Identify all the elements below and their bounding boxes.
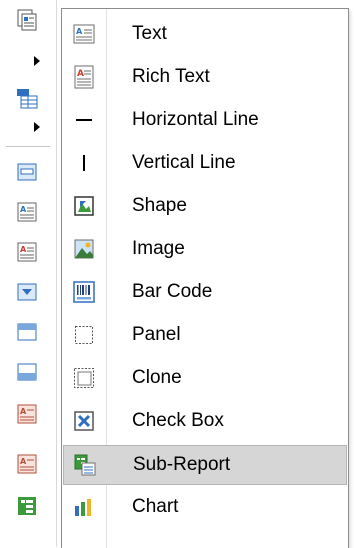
menu-item-label: Horizontal Line [132,109,259,130]
menu-item-label: Text [132,23,167,44]
check-box-icon [72,409,96,433]
chart-icon [72,495,96,519]
menu-item-label: Panel [132,324,181,345]
insert-component-menu: A Text A Rich Text Horizontal Line Verti… [61,8,349,548]
table-tool-icon[interactable] [15,494,39,518]
menu-top-gap [61,0,349,8]
toolbox-divider [56,0,57,547]
svg-text:A: A [20,205,27,214]
group-header-band-icon[interactable] [15,280,39,304]
menu-item-vertical-line[interactable]: Vertical Line [62,142,348,184]
menu-item-label: Image [132,238,185,259]
clone-icon [72,366,96,390]
image-icon [72,237,96,261]
report-title-band-icon[interactable] [15,8,39,32]
data-band-icon[interactable] [15,320,39,344]
menu-item-label: Shape [132,195,187,216]
menu-item-label: Bar Code [132,281,213,302]
footer-band-icon[interactable] [15,360,39,384]
table-band-icon[interactable] [15,86,39,110]
menu-item-label: Rich Text [132,66,210,87]
menu-item-clone[interactable]: Clone [62,357,348,399]
menu-item-image[interactable]: Image [62,228,348,270]
menu-item-label: Chart [132,496,179,517]
svg-text:A: A [76,27,83,36]
menu-item-horizontal-line[interactable]: Horizontal Line [62,99,348,141]
menu-item-bar-code[interactable]: Bar Code [62,271,348,313]
text-field-icon[interactable]: A [15,402,39,426]
bar-code-icon [72,280,96,304]
svg-text:A: A [20,245,27,254]
menu-item-text[interactable]: A Text [62,13,348,55]
sub-report-icon [73,453,97,477]
menu-item-check-box[interactable]: Check Box [62,400,348,442]
expand-arrow-icon[interactable] [34,122,40,132]
toolbox-strip: A A A A [0,0,56,547]
panel-icon [72,323,96,347]
text-tool-icon[interactable]: A [15,200,39,224]
text-icon: A [72,22,96,46]
text-field-icon[interactable]: A [15,452,39,476]
menu-item-label: Clone [132,367,182,388]
menu-item-label: Vertical Line [132,152,236,173]
menu-item-label: Check Box [132,410,224,431]
rich-text-tool-icon[interactable]: A [15,240,39,264]
menu-item-label: Sub-Report [133,454,231,475]
menu-item-shape[interactable]: Shape [62,185,348,227]
menu-item-sub-report[interactable]: Sub-Report [63,445,347,485]
menu-item-chart[interactable]: Chart [62,486,348,528]
page-header-band-icon[interactable] [15,160,39,184]
rich-text-icon: A [72,65,96,89]
svg-text:A: A [20,407,27,416]
expand-arrow-icon[interactable] [34,56,40,66]
svg-text:A: A [20,457,27,466]
horizontal-line-icon [72,108,96,132]
shape-icon [72,194,96,218]
svg-text:A: A [77,69,84,79]
toolbox-separator [6,146,50,147]
menu-item-rich-text[interactable]: A Rich Text [62,56,348,98]
vertical-line-icon [72,151,96,175]
menu-item-panel[interactable]: Panel [62,314,348,356]
